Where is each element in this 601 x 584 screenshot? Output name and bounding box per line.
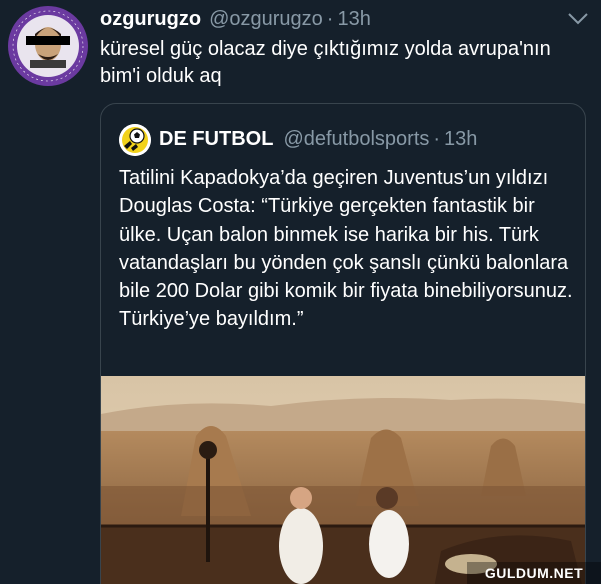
author-name[interactable]: ozgurugzo <box>100 8 201 31</box>
quoted-author-name[interactable]: DE FUTBOL <box>159 128 273 151</box>
censor-bar <box>26 36 70 45</box>
football-logo-icon[interactable] <box>119 124 151 156</box>
quoted-tweet-card[interactable]: DE FUTBOL @defutbolsports · 13h Tatilini… <box>100 103 586 584</box>
separator-dot: · <box>433 128 441 150</box>
quoted-tweet-photo[interactable] <box>101 376 585 584</box>
tweet-header: ozgurugzo @ozgurugzo · 13h <box>100 8 371 32</box>
separator-dot: · <box>326 8 334 30</box>
tweet-text: küresel güç olacaz diye çıktığımız yolda… <box>100 38 551 87</box>
masked-face-icon <box>30 27 66 68</box>
chevron-down-icon[interactable] <box>566 10 590 28</box>
quoted-author-handle[interactable]: @defutbolsports <box>283 128 429 151</box>
tweet-time[interactable]: 13h <box>337 8 370 31</box>
quoted-tweet-header: DE FUTBOL @defutbolsports · 13h <box>159 128 477 151</box>
author-avatar[interactable] <box>8 6 88 86</box>
quoted-tweet-text: Tatilini Kapadokya’da geçiren Juventus’u… <box>119 167 573 331</box>
watermark: GULDUM.NET <box>467 562 601 584</box>
quoted-tweet-time[interactable]: 13h <box>444 128 477 151</box>
tweet[interactable]: ozgurugzo @ozgurugzo · 13h küresel güç o… <box>0 0 601 584</box>
watermark-text: GULDUM.NET <box>484 565 584 581</box>
author-handle[interactable]: @ozgurugzo <box>209 8 323 31</box>
